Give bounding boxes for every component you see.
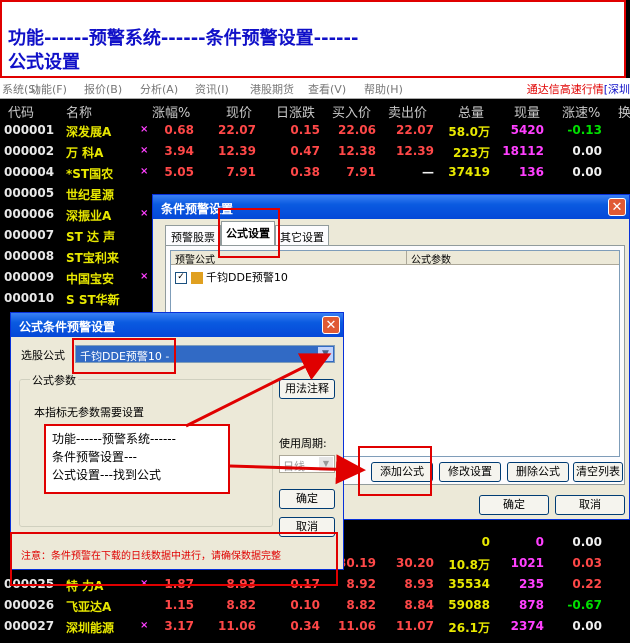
annotation-arrows [185, 353, 366, 485]
arrow-to-select [185, 353, 332, 428]
arrow-to-add [229, 454, 366, 485]
